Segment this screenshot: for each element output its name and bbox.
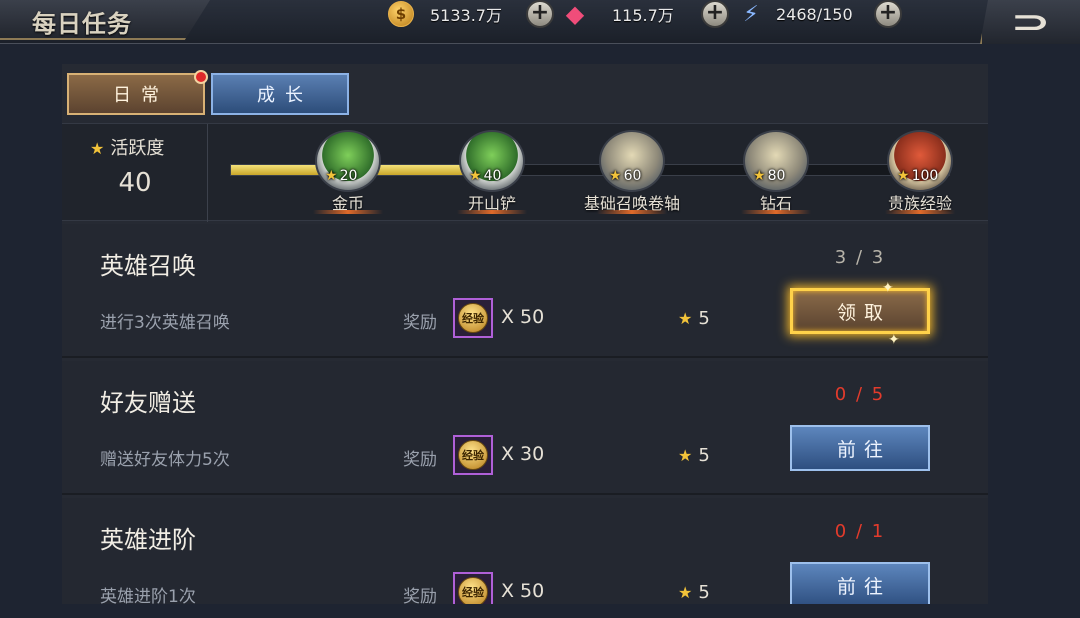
top-bar: 每日任务 $ 5133.7万 + ◆ 115.7万 + ⚡ 2468/150 +…: [0, 0, 1080, 44]
daily-tasks-panel: 日常 成长 ★ 活跃度 40 ★ 20 金币 ★ 40 开山铲 ★ 60 基础召唤卷轴: [62, 64, 988, 604]
title-plate: 每日任务: [0, 0, 210, 40]
energy-value: 2468/150: [776, 4, 853, 24]
back-button[interactable]: ⊃: [980, 0, 1080, 44]
task-points: ★ 5: [678, 308, 710, 329]
gold-resource: $ 5133.7万: [388, 0, 502, 28]
reward-label: 奖励: [403, 450, 437, 470]
milestone-points: ★ 100: [897, 168, 939, 184]
reward-label: 奖励: [403, 587, 437, 604]
milestone-glow: [597, 210, 667, 214]
task-row-friend-gift: 好友赠送 赠送好友体力5次 奖励 经验 X 30 ★ 5 0 / 5 前往: [62, 361, 988, 495]
activity-value: 40: [118, 168, 152, 198]
task-title: 好友赠送: [100, 389, 196, 417]
milestone-glow: [313, 210, 383, 214]
task-points: ★ 5: [678, 582, 710, 603]
sparkle-icon: ✦: [882, 280, 894, 296]
milestone-chest-60[interactable]: ★ 60 基础召唤卷轴: [567, 128, 697, 218]
task-progress: 0 / 5: [834, 384, 886, 405]
add-gem-button[interactable]: +: [701, 0, 729, 28]
task-description: 英雄进阶1次: [100, 587, 196, 604]
tab-daily[interactable]: 日常: [67, 70, 208, 115]
activity-bar: ★ 活跃度 40 ★ 20 金币 ★ 40 开山铲 ★ 60 基础召唤卷轴 ★ 80 钻: [62, 123, 988, 222]
gold-value: 5133.7万: [430, 6, 502, 25]
task-progress: 0 / 1: [834, 521, 886, 542]
milestone-glow: [885, 210, 955, 214]
exp-reward-icon[interactable]: 经验: [453, 298, 493, 338]
tab-growth[interactable]: 成长: [211, 73, 349, 115]
activity-label: ★ 活跃度: [90, 134, 164, 160]
milestone-points: ★ 20: [325, 168, 358, 184]
page-title: 每日任务: [32, 10, 132, 38]
task-title: 英雄进阶: [100, 526, 196, 554]
notification-dot: [194, 70, 208, 84]
sparkle-icon: ✦: [888, 332, 900, 348]
energy-icon: ⚡: [743, 1, 759, 27]
exp-medal-icon: 经验: [458, 577, 488, 604]
coin-icon: $: [388, 1, 414, 27]
exp-reward-icon[interactable]: 经验: [453, 572, 493, 604]
milestone-points: ★ 60: [609, 168, 642, 184]
milestone-chest-20[interactable]: ★ 20 金币: [283, 128, 413, 218]
go-button[interactable]: 前往: [790, 562, 930, 604]
task-points: ★ 5: [678, 445, 710, 466]
back-arrow-icon: ⊃: [1010, 4, 1052, 40]
task-row-hero-advance: 英雄进阶 英雄进阶1次 奖励 经验 X 50 ★ 5 0 / 1 前往: [62, 498, 988, 604]
go-button[interactable]: 前往: [790, 425, 930, 471]
reward-label: 奖励: [403, 313, 437, 333]
task-row-hero-summon: 英雄召唤 进行3次英雄召唤 奖励 经验 X 50 ★ 5 3 / 3 领取 ✦ ✦: [62, 224, 988, 358]
energy-resource: ⚡ 2468/150: [738, 0, 853, 28]
reward-count: X 30: [501, 443, 545, 465]
reward-count: X 50: [501, 580, 545, 602]
task-title: 英雄召唤: [100, 252, 196, 280]
star-icon: ★: [90, 139, 105, 158]
milestone-chest-80[interactable]: ★ 80 钻石: [711, 128, 841, 218]
milestone-glow: [741, 210, 811, 214]
milestone-points: ★ 80: [753, 168, 786, 184]
activity-label-text: 活跃度: [110, 138, 165, 159]
milestone-chest-100[interactable]: ★ 100 贵族经验: [855, 128, 985, 218]
milestone-chest-40[interactable]: ★ 40 开山铲: [427, 128, 557, 218]
task-description: 赠送好友体力5次: [100, 450, 230, 470]
add-gold-button[interactable]: +: [526, 0, 554, 28]
reward-count: X 50: [501, 306, 545, 328]
activity-summary: ★ 活跃度 40: [62, 124, 208, 222]
tab-daily-label: 日常: [113, 85, 169, 106]
star-icon: ★: [678, 446, 693, 465]
star-icon: ★: [678, 583, 693, 602]
task-progress: 3 / 3: [834, 247, 886, 268]
exp-medal-icon: 经验: [458, 303, 488, 333]
add-energy-button[interactable]: +: [874, 0, 902, 28]
claim-button[interactable]: 领取: [790, 288, 930, 334]
tab-growth-label: 成长: [257, 85, 313, 106]
exp-reward-icon[interactable]: 经验: [453, 435, 493, 475]
milestone-glow: [457, 210, 527, 214]
exp-medal-icon: 经验: [458, 440, 488, 470]
star-icon: ★: [678, 309, 693, 328]
milestone-points: ★ 40: [469, 168, 502, 184]
gem-value: 115.7万: [612, 6, 674, 25]
gem-icon: ◆: [565, 0, 585, 28]
gem-resource: ◆ 115.7万: [562, 0, 674, 28]
task-description: 进行3次英雄召唤: [100, 313, 230, 333]
